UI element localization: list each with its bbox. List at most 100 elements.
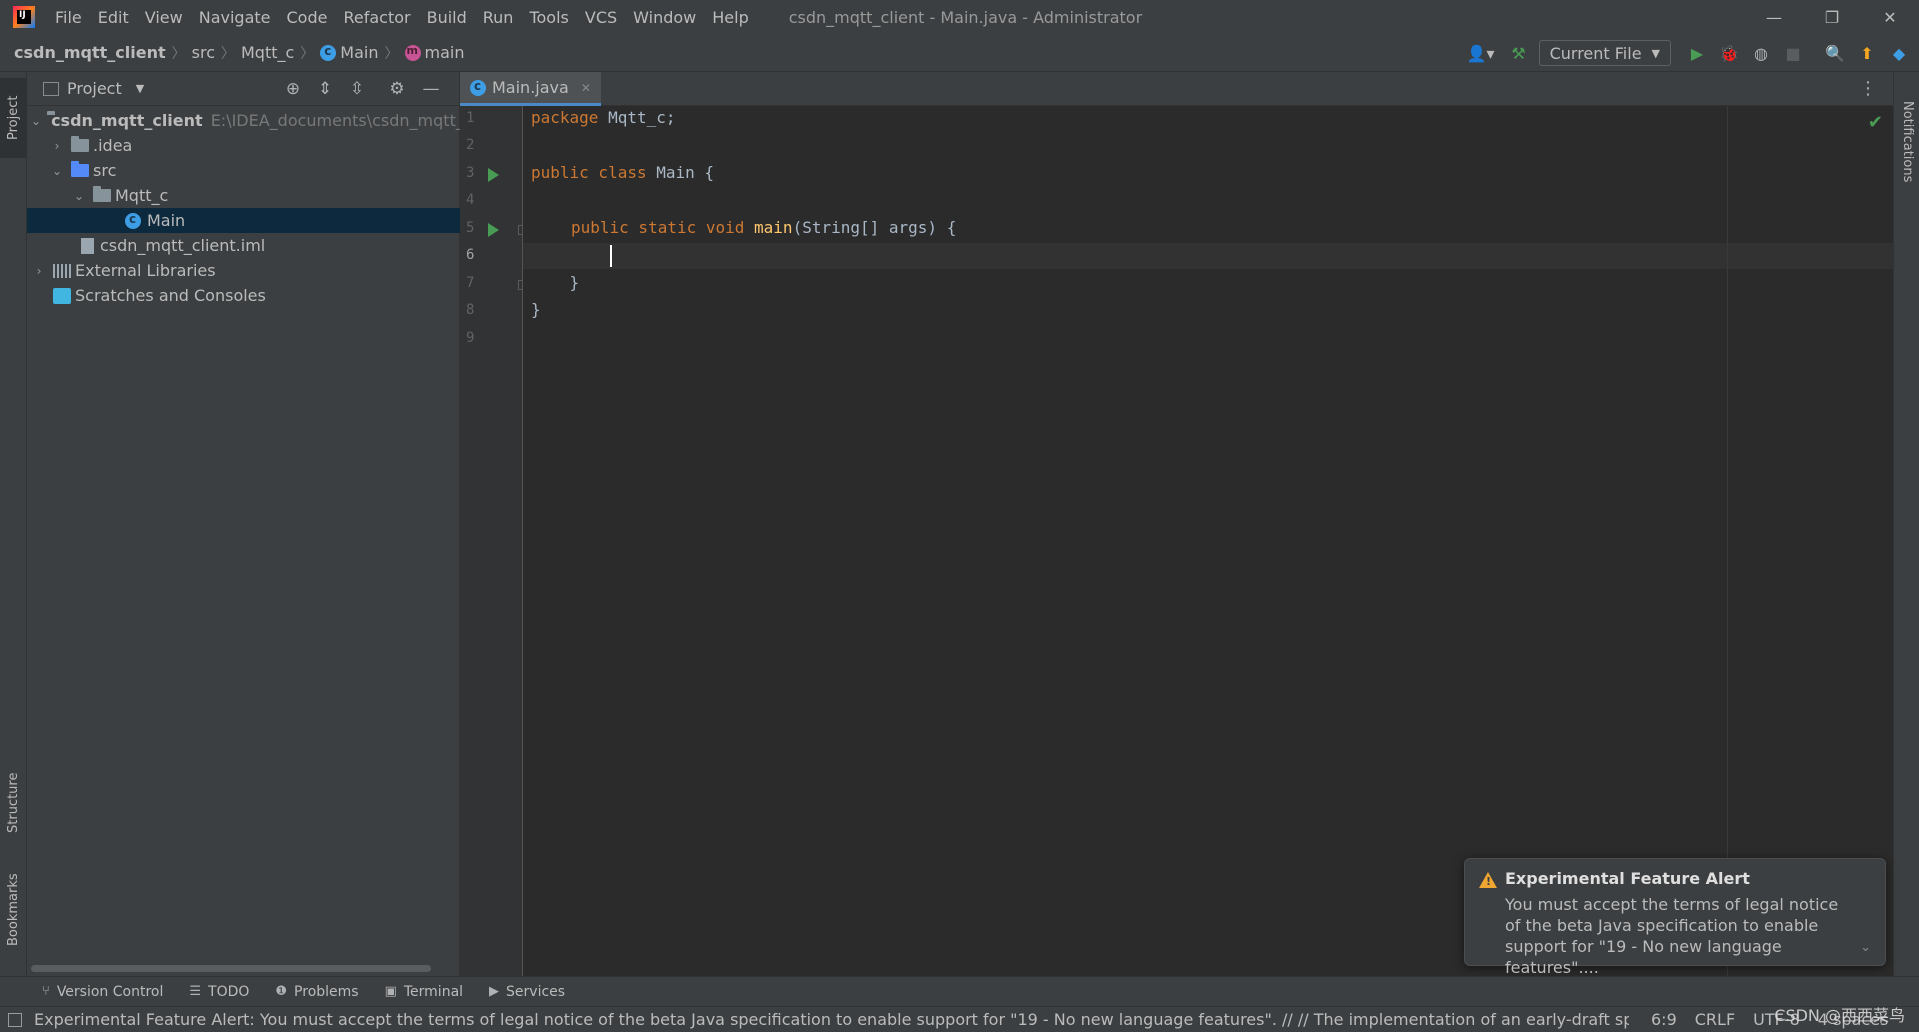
menu-tools[interactable]: Tools bbox=[529, 8, 568, 27]
chevron-down-icon[interactable]: ⌄ bbox=[71, 189, 87, 203]
menu-view[interactable]: View bbox=[145, 8, 183, 27]
menu-code[interactable]: Code bbox=[287, 8, 328, 27]
gear-icon[interactable]: ⚙ bbox=[385, 77, 409, 101]
tree-item-label: Mqtt_c bbox=[115, 186, 169, 205]
chevron-down-icon[interactable]: ▼ bbox=[136, 82, 144, 95]
package-icon bbox=[93, 186, 111, 202]
coverage-icon[interactable]: ◍ bbox=[1749, 41, 1773, 65]
restore-button[interactable]: ❐ bbox=[1803, 0, 1861, 34]
user-account-icon[interactable]: 👤▾ bbox=[1463, 41, 1499, 65]
close-tab-icon[interactable]: ✕ bbox=[581, 81, 591, 95]
tree-item-main-class[interactable]: Main bbox=[27, 208, 460, 233]
breadcrumb-project[interactable]: csdn_mqtt_client bbox=[14, 43, 166, 62]
chevron-right-icon[interactable]: › bbox=[49, 139, 65, 153]
code-editor[interactable]: package Mqtt_c; public class Main { publ… bbox=[523, 106, 1893, 976]
run-configuration-select[interactable]: Current File ▼ bbox=[1538, 40, 1671, 66]
menu-window[interactable]: Window bbox=[633, 8, 696, 27]
tree-item-label: .idea bbox=[93, 136, 133, 155]
line-separator[interactable]: CRLF bbox=[1695, 1010, 1735, 1029]
library-icon bbox=[53, 263, 71, 278]
tool-problems[interactable]: ❶ Problems bbox=[275, 984, 358, 1000]
tree-item-src[interactable]: ⌄ src bbox=[27, 158, 460, 183]
chevron-right-icon[interactable]: › bbox=[31, 264, 47, 278]
menu-build[interactable]: Build bbox=[427, 8, 467, 27]
select-opened-file-icon[interactable]: ⊕ bbox=[281, 77, 305, 101]
run-icon[interactable]: ▶ bbox=[1685, 41, 1709, 65]
jetbrains-toolbox-icon[interactable]: ◆ bbox=[1887, 41, 1911, 65]
code-line-3: public class Main { bbox=[531, 163, 714, 185]
tree-item-package[interactable]: ⌄ Mqtt_c bbox=[27, 183, 460, 208]
tool-tab-notifications[interactable]: Notifications bbox=[1894, 82, 1919, 202]
update-icon[interactable]: ⬆ bbox=[1855, 41, 1879, 65]
tool-tab-bookmarks[interactable]: Bookmarks bbox=[0, 862, 27, 958]
caret-position[interactable]: 6:9 bbox=[1651, 1010, 1677, 1029]
menu-run[interactable]: Run bbox=[483, 8, 514, 27]
tool-tab-bookmarks-label: Bookmarks bbox=[6, 873, 21, 947]
code-keyword: public static void bbox=[571, 218, 745, 237]
tool-services[interactable]: ▶ Services bbox=[489, 984, 565, 1000]
breadcrumb-class-label: Main bbox=[340, 43, 379, 62]
collapse-all-icon[interactable]: ⇳ bbox=[345, 77, 369, 101]
hide-panel-icon[interactable]: — bbox=[419, 77, 443, 101]
tool-tab-project-label: Project bbox=[6, 95, 21, 141]
tree-item-iml[interactable]: csdn_mqtt_client.iml bbox=[27, 233, 460, 258]
build-hammer-icon[interactable]: ⚒ bbox=[1507, 41, 1531, 65]
code-function: main bbox=[754, 218, 793, 237]
status-bar: Experimental Feature Alert: You must acc… bbox=[0, 1006, 1919, 1032]
menu-refactor[interactable]: Refactor bbox=[343, 8, 410, 27]
tool-terminal[interactable]: ▣ Terminal bbox=[385, 984, 463, 1000]
tree-item-idea[interactable]: › .idea bbox=[27, 133, 460, 158]
breadcrumb-method-label: main bbox=[424, 43, 465, 62]
chevron-down-icon[interactable]: ⌄ bbox=[31, 114, 41, 128]
tree-item-project-root[interactable]: ⌄ csdn_mqtt_client E:\IDEA_documents\csd… bbox=[27, 108, 460, 133]
horizontal-scrollbar[interactable] bbox=[31, 965, 431, 972]
menu-help[interactable]: Help bbox=[712, 8, 748, 27]
code-line-7: } bbox=[531, 273, 580, 292]
breadcrumb-class[interactable]: Main bbox=[320, 43, 379, 62]
run-method-gutter-icon[interactable] bbox=[488, 223, 499, 237]
tool-todo[interactable]: ☰ TODO bbox=[189, 984, 249, 1000]
menu-edit[interactable]: Edit bbox=[98, 8, 129, 27]
tab-label: Main.java bbox=[492, 78, 569, 97]
chevron-down-icon[interactable]: ⌄ bbox=[49, 164, 65, 178]
problems-icon: ❶ bbox=[275, 984, 288, 999]
minimize-button[interactable]: — bbox=[1745, 0, 1803, 34]
tool-tab-project[interactable]: Project bbox=[0, 78, 27, 158]
right-margin-guide bbox=[1727, 106, 1728, 976]
menu-navigate[interactable]: Navigate bbox=[199, 8, 271, 27]
menu-file[interactable]: File bbox=[55, 8, 82, 27]
tree-item-scratches[interactable]: Scratches and Consoles bbox=[27, 283, 460, 308]
project-path: E:\IDEA_documents\csdn_mqtt_client bbox=[210, 111, 460, 130]
expand-all-icon[interactable]: ⇕ bbox=[313, 77, 337, 101]
line-number: 5 bbox=[466, 220, 475, 236]
chevron-down-icon[interactable]: ⌄ bbox=[1860, 940, 1871, 955]
tool-tab-structure[interactable]: Structure bbox=[0, 762, 27, 844]
project-panel-title[interactable]: Project bbox=[67, 79, 122, 98]
status-message[interactable]: Experimental Feature Alert: You must acc… bbox=[34, 1010, 1629, 1029]
breadcrumb-src[interactable]: src bbox=[192, 43, 215, 62]
menu-vcs[interactable]: VCS bbox=[585, 8, 617, 27]
experimental-feature-notification[interactable]: ! Experimental Feature Alert You must ac… bbox=[1464, 858, 1886, 977]
code-text: Main { bbox=[646, 163, 715, 182]
tool-version-control[interactable]: ⑂ Version Control bbox=[42, 984, 163, 1000]
project-tool-window: Project ▼ ⊕ ⇕ ⇳ ⚙ — ⌄ csdn_mqtt_client E… bbox=[27, 72, 460, 976]
debug-bug-icon[interactable]: 🐞 bbox=[1717, 41, 1741, 65]
close-window-button[interactable]: ✕ bbox=[1861, 0, 1919, 34]
intellij-logo-icon: IJ bbox=[13, 6, 35, 28]
search-icon[interactable]: 🔍 bbox=[1823, 41, 1847, 65]
more-options-icon[interactable]: ⋮ bbox=[1859, 78, 1877, 99]
text-caret bbox=[610, 245, 612, 267]
tool-label: Terminal bbox=[403, 983, 464, 1000]
tree-item-external-libraries[interactable]: › External Libraries bbox=[27, 258, 460, 283]
no-problems-check-icon[interactable]: ✔ bbox=[1868, 112, 1883, 133]
code-line-5: public static void main(String[] args) { bbox=[571, 218, 956, 240]
line-number-current: 6 bbox=[466, 247, 475, 263]
stop-icon[interactable]: ■ bbox=[1781, 41, 1805, 65]
breadcrumb-package[interactable]: Mqtt_c bbox=[241, 43, 294, 62]
window-title: csdn_mqtt_client - Main.java - Administr… bbox=[788, 7, 1143, 27]
tab-main-java[interactable]: Main.java ✕ bbox=[460, 72, 601, 106]
breadcrumb-method[interactable]: main bbox=[404, 43, 465, 62]
run-class-gutter-icon[interactable] bbox=[488, 168, 499, 182]
layout-toggle-icon[interactable] bbox=[8, 1012, 22, 1027]
chevron-down-icon: ▼ bbox=[1651, 46, 1660, 60]
